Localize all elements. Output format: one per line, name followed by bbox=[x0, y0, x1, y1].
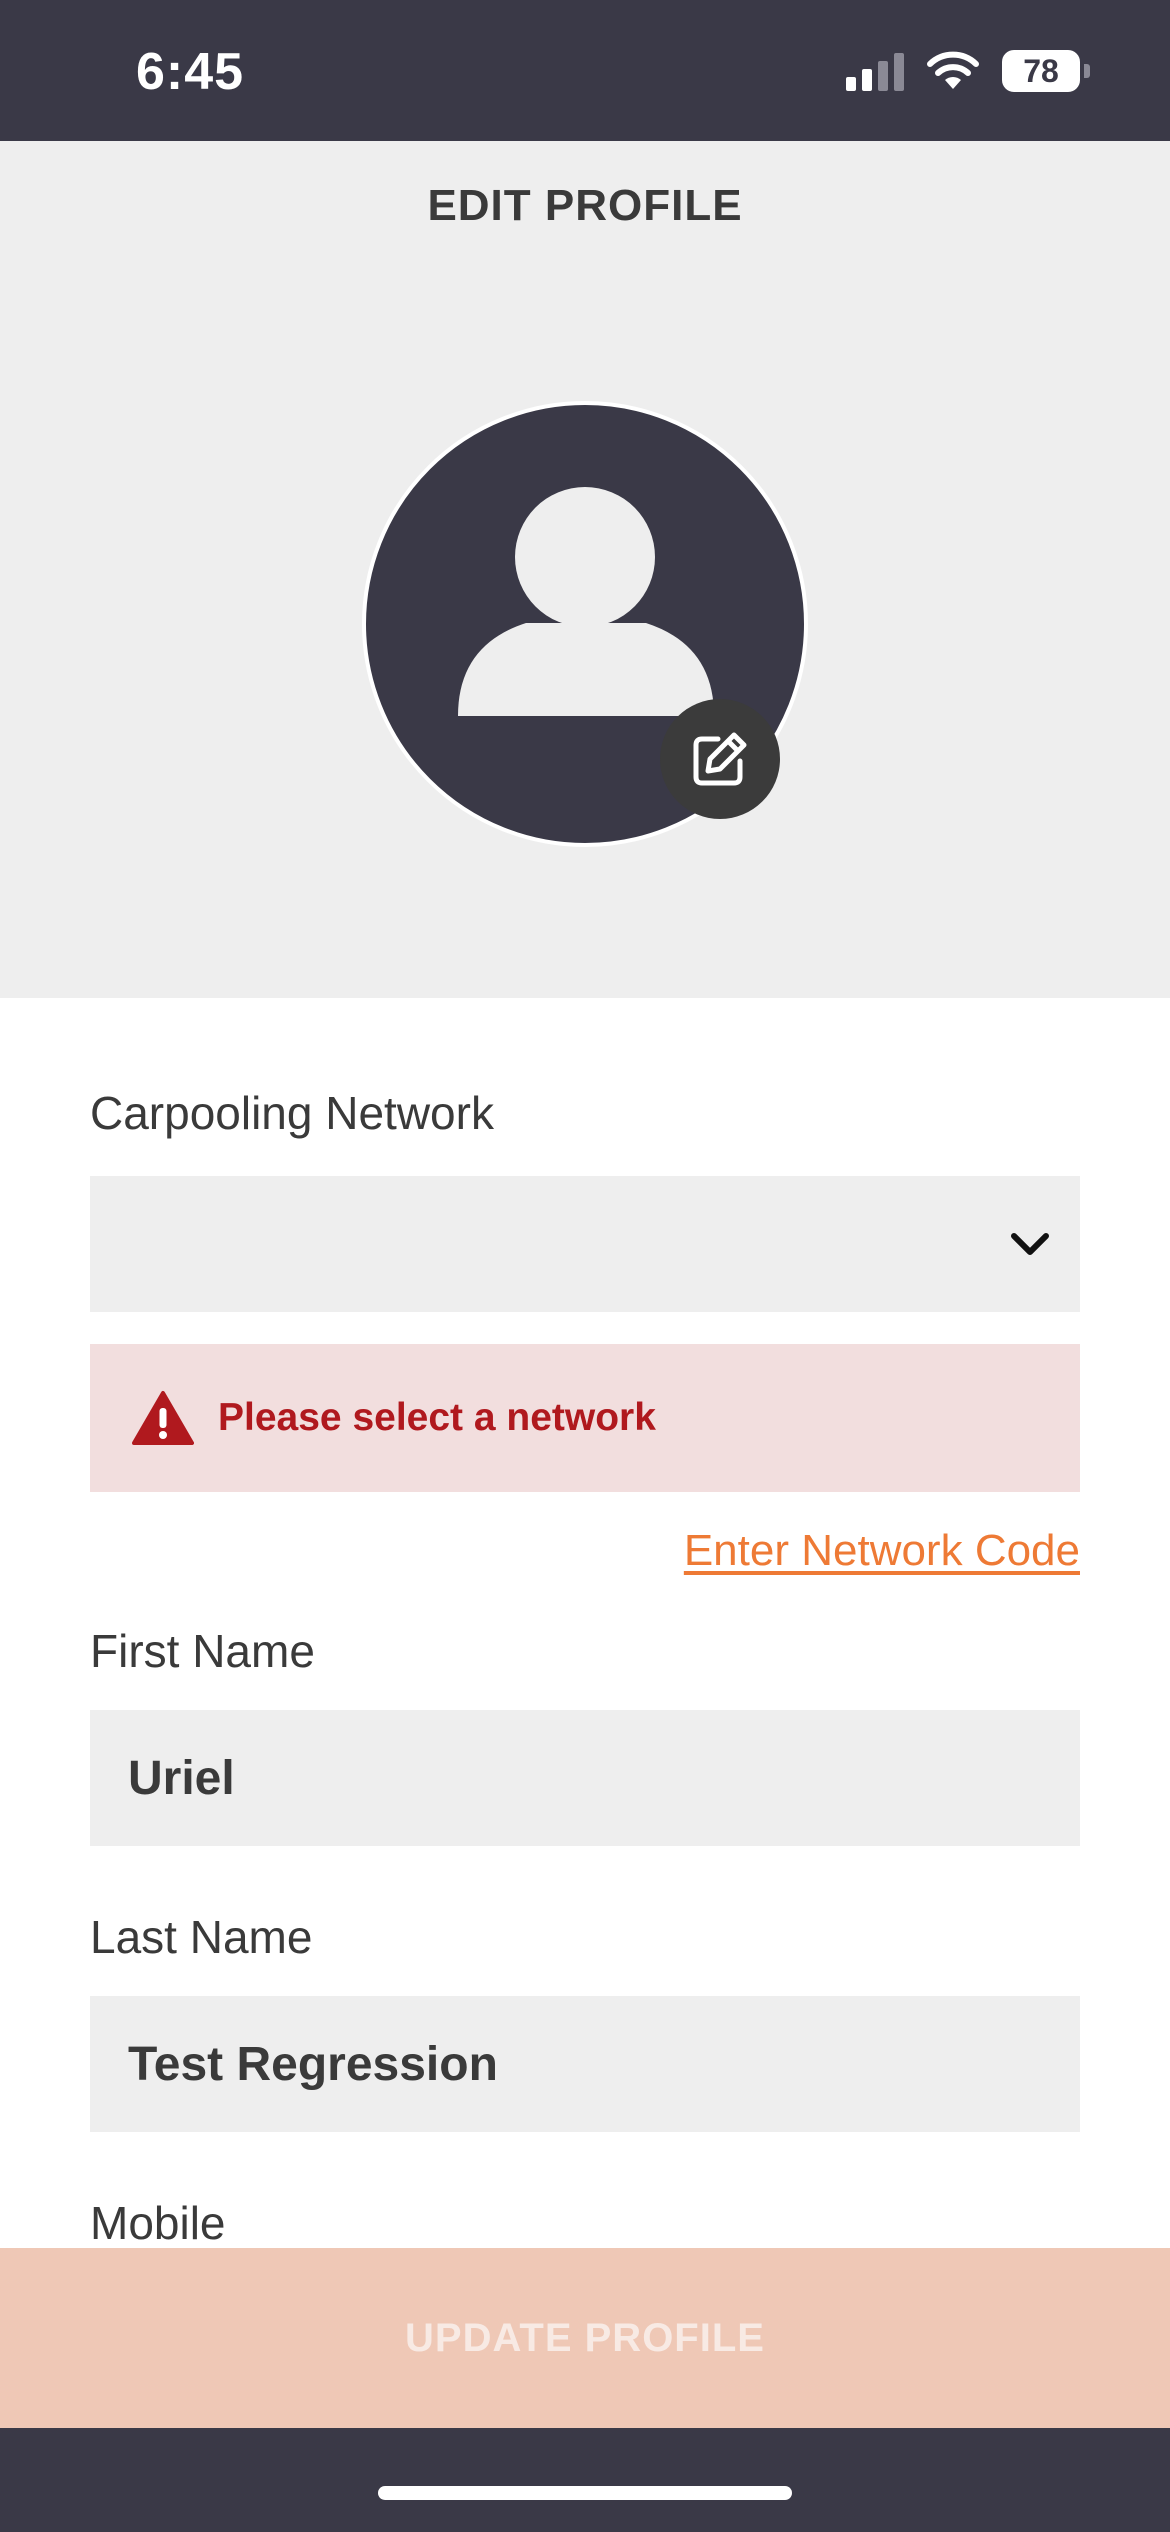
profile-header: EDIT PROFILE bbox=[0, 141, 1170, 998]
last-name-field[interactable]: Test Regression bbox=[90, 1996, 1080, 2132]
last-name-value: Test Regression bbox=[128, 2037, 498, 2091]
last-name-label: Last Name bbox=[90, 1911, 313, 1963]
battery-tip bbox=[1084, 64, 1090, 78]
cellular-signal-icon bbox=[846, 51, 904, 91]
edit-avatar-button[interactable] bbox=[660, 699, 780, 819]
profile-form: Carpooling Network Please select a netwo… bbox=[0, 998, 1170, 2249]
network-error-alert: Please select a network bbox=[90, 1344, 1080, 1492]
battery-level: 78 bbox=[1023, 52, 1059, 89]
battery-icon: 78 bbox=[1002, 50, 1080, 92]
network-select[interactable] bbox=[90, 1176, 1080, 1312]
update-profile-label: UPDATE PROFILE bbox=[405, 2315, 765, 2360]
status-bar: 6:45 78 bbox=[0, 0, 1170, 141]
edit-icon bbox=[693, 732, 747, 786]
chevron-down-icon bbox=[1011, 1233, 1049, 1255]
mobile-label: Mobile bbox=[90, 2197, 226, 2249]
first-name-label: First Name bbox=[90, 1625, 315, 1677]
page-title: EDIT PROFILE bbox=[427, 181, 743, 230]
network-label: Carpooling Network bbox=[90, 1087, 494, 1139]
error-message: Please select a network bbox=[218, 1396, 656, 1439]
home-indicator bbox=[378, 2486, 792, 2500]
first-name-value: Uriel bbox=[128, 1751, 235, 1805]
status-time: 6:45 bbox=[136, 43, 245, 101]
update-profile-button[interactable]: UPDATE PROFILE bbox=[0, 2248, 1170, 2428]
warning-icon bbox=[132, 1391, 194, 1445]
first-name-field[interactable]: Uriel bbox=[90, 1710, 1080, 1846]
status-icons: 78 bbox=[846, 50, 1090, 92]
wifi-icon bbox=[927, 51, 979, 89]
enter-network-code-link[interactable]: Enter Network Code bbox=[684, 1526, 1080, 1576]
